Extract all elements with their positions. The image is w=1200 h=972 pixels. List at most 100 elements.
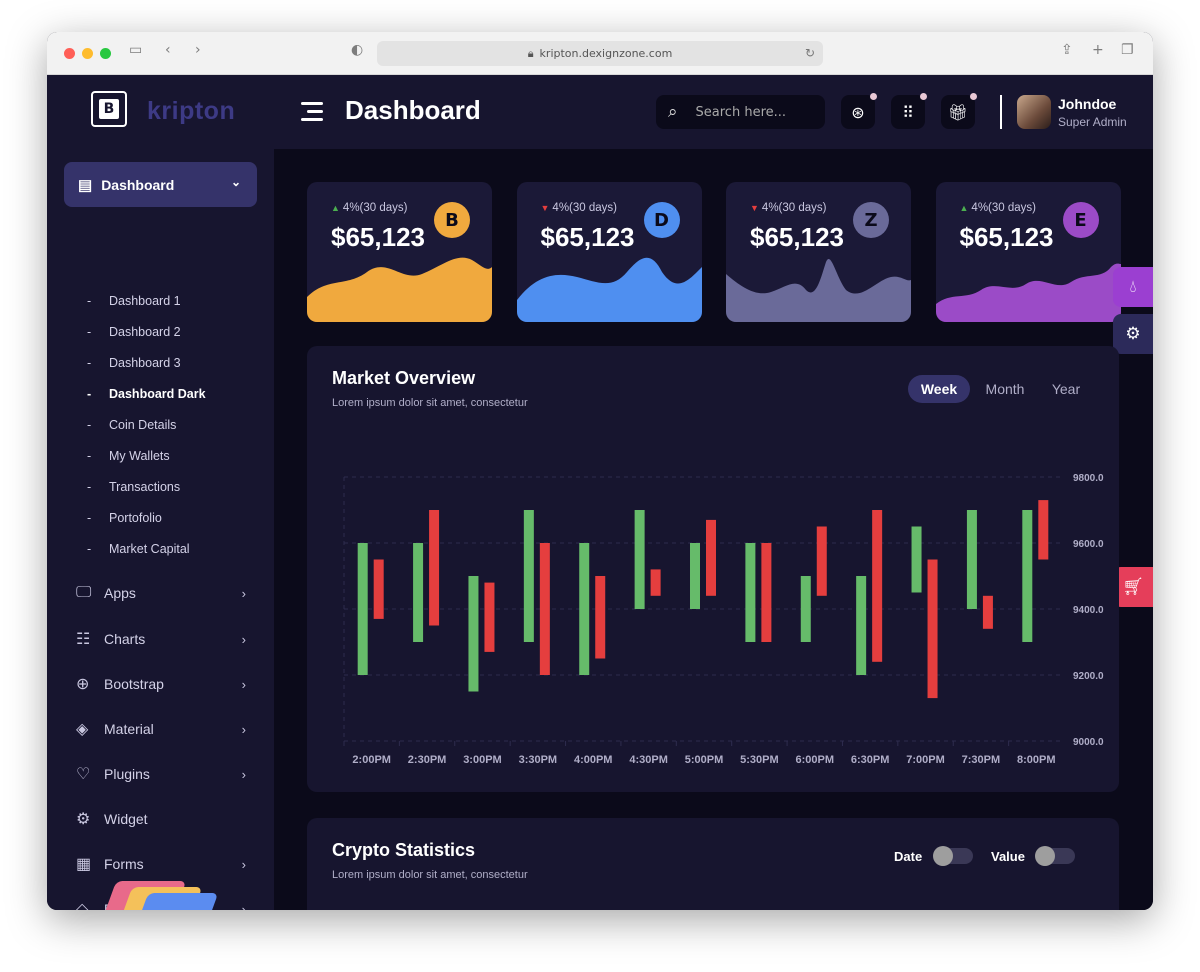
folder-illustration — [99, 867, 229, 910]
tabs-overview-icon[interactable]: ❐ — [1121, 42, 1134, 58]
sidebar-subitem[interactable]: - My Wallets — [87, 449, 170, 463]
dashboard-icon: ▤ — [78, 176, 93, 194]
chevron-right-icon: › — [241, 721, 246, 737]
brand-name[interactable]: kripton — [147, 97, 235, 126]
candle-down — [927, 559, 938, 699]
candle-up — [856, 576, 867, 675]
forward-icon[interactable]: › — [195, 42, 201, 58]
x-tick-label: 4:00PM — [574, 754, 613, 766]
candle-up — [468, 576, 479, 692]
search-input[interactable]: ⌕ Search here... — [656, 95, 825, 129]
x-tick-label: 7:00PM — [906, 754, 945, 766]
layers-icon: ◈ — [76, 721, 89, 738]
sidebar-item-label: Widget — [104, 811, 148, 827]
sidebar-item-widget[interactable]: ⚙ Widget — [76, 809, 246, 829]
price-sparkline — [307, 257, 492, 322]
sidebar-subitem[interactable]: - Dashboard Dark — [87, 387, 206, 401]
candle-up — [745, 543, 756, 642]
minimize-window-button[interactable] — [82, 48, 93, 59]
new-tab-icon[interactable]: + — [1092, 42, 1104, 58]
sidebar-item-charts[interactable]: ☷ Charts › — [76, 629, 246, 649]
candle-up — [911, 526, 922, 593]
sidebar-subitem[interactable]: - Market Capital — [87, 542, 190, 556]
cart-icon[interactable]: 🛒︎ — [1113, 567, 1153, 607]
chevron-right-icon: › — [241, 631, 246, 647]
globe-icon: ⊕ — [76, 676, 90, 693]
close-window-button[interactable] — [64, 48, 75, 59]
x-tick-label: 4:30PM — [629, 754, 668, 766]
x-tick-label: 2:00PM — [352, 754, 391, 766]
price-sparkline — [935, 263, 1121, 322]
candle-up — [357, 543, 368, 675]
chevron-right-icon: › — [241, 585, 246, 601]
avatar[interactable] — [1017, 95, 1051, 129]
price-card[interactable]: ▼ 4%(30 days) $65,123 D — [516, 182, 702, 322]
sidebar-subitem[interactable]: - Dashboard 2 — [87, 325, 181, 339]
date-toggle[interactable] — [933, 846, 973, 866]
menu-toggle-icon[interactable] — [301, 102, 323, 126]
apps-grid-icon[interactable]: ⠿ — [891, 93, 927, 129]
sidebar-subitem[interactable]: - Dashboard 1 — [87, 294, 181, 308]
price-sparkline — [516, 257, 702, 322]
sidebar-subitem[interactable]: - Transactions — [87, 480, 180, 494]
browser-toolbar: ▭ ‹ › ◐ 🔒︎ kripton.dexignzone.com ↻ ⇪ + … — [47, 32, 1153, 75]
price-card[interactable]: ▼ 4%(30 days) $65,123 Z — [726, 182, 911, 322]
gift-icon[interactable]: 🎁︎ — [941, 93, 977, 129]
value-toggle[interactable] — [1035, 846, 1075, 866]
candle-down — [761, 543, 772, 642]
support-icon[interactable]: ⊛ — [841, 93, 877, 129]
back-icon[interactable]: ‹ — [165, 42, 171, 58]
candle-down — [595, 576, 606, 659]
market-candlestick-chart: 9800.0 9600.0 9400.0 9200.0 9000.0 2:00PM 2:30… — [343, 473, 1104, 766]
theme-color-icon[interactable]: 💧︎ — [1113, 267, 1153, 307]
sidebar-subitem[interactable]: - Portofolio — [87, 511, 162, 525]
price-card[interactable]: ▲ 4%(30 days) $65,123 E — [935, 182, 1121, 322]
browser-window: ▭ ‹ › ◐ 🔒︎ kripton.dexignzone.com ↻ ⇪ + … — [47, 32, 1153, 910]
candle-up — [690, 543, 700, 609]
sidebar-item-bootstrap[interactable]: ⊕ Bootstrap › — [76, 674, 246, 694]
lock-icon: 🔒︎ — [527, 46, 534, 60]
y-tick-label: 9800.0 — [1073, 473, 1104, 484]
sidebar-item-label: Apps — [104, 585, 136, 601]
chevron-down-icon: ⌄ — [230, 175, 241, 189]
sidebar-toggle-icon[interactable]: ▭ — [129, 42, 142, 58]
price-card[interactable]: ▲ 4%(30 days) $65,123 B — [307, 182, 492, 322]
candle-down — [816, 526, 827, 596]
user-name[interactable]: Johndoe — [1058, 96, 1116, 112]
sidebar-item-apps[interactable]: 🖵︎ Apps › — [76, 584, 246, 602]
chevron-right-icon: › — [241, 766, 246, 782]
sidebar-item-material[interactable]: ◈ Material › — [76, 719, 246, 739]
page-title: Dashboard — [345, 95, 481, 125]
chevron-right-icon: › — [241, 901, 246, 911]
brand-logo-icon[interactable]: B — [91, 91, 127, 127]
sidebar-item-plugins[interactable]: ♡ Plugins › — [76, 764, 246, 784]
y-tick-label: 9000.0 — [1073, 737, 1104, 748]
date-toggle-label: Date — [894, 849, 923, 864]
candle-up — [523, 510, 534, 642]
sidebar-item-label: Dashboard — [101, 176, 175, 193]
x-tick-label: 5:00PM — [685, 754, 724, 766]
settings-gear-icon[interactable]: ⚙ — [1113, 314, 1153, 354]
candle-down — [373, 559, 384, 619]
address-bar[interactable]: 🔒︎ kripton.dexignzone.com ↻ — [377, 41, 823, 66]
sidebar-item-label: Charts — [104, 631, 146, 647]
heart-icon: ♡ — [76, 766, 91, 783]
candle-up — [1022, 510, 1033, 642]
y-tick-label: 9200.0 — [1073, 671, 1104, 682]
sidebar-subitem[interactable]: - Dashboard 3 — [87, 356, 181, 370]
x-tick-label: 3:00PM — [463, 754, 502, 766]
candle-down — [706, 519, 716, 596]
chevron-right-icon: › — [241, 856, 246, 872]
gear-icon: ⚙ — [76, 811, 91, 828]
reload-icon[interactable]: ↻ — [805, 46, 815, 60]
topbar: B kripton Dashboard ⌕ Search here... ⊛ ⠿… — [47, 75, 1153, 149]
zoom-window-button[interactable] — [100, 48, 111, 59]
sidebar-item-label: Bootstrap — [104, 676, 164, 692]
url-text: kripton.dexignzone.com — [539, 47, 673, 60]
market-overview-panel: Market Overview Lorem ipsum dolor sit am… — [307, 346, 1119, 792]
y-tick-label: 9600.0 — [1073, 539, 1104, 550]
sidebar-subitem[interactable]: - Coin Details — [87, 418, 176, 432]
sidebar-item-dashboard[interactable]: ▤ Dashboard ⌄ — [64, 162, 257, 207]
shield-icon[interactable]: ◐ — [351, 42, 363, 58]
share-icon[interactable]: ⇪ — [1061, 42, 1073, 58]
